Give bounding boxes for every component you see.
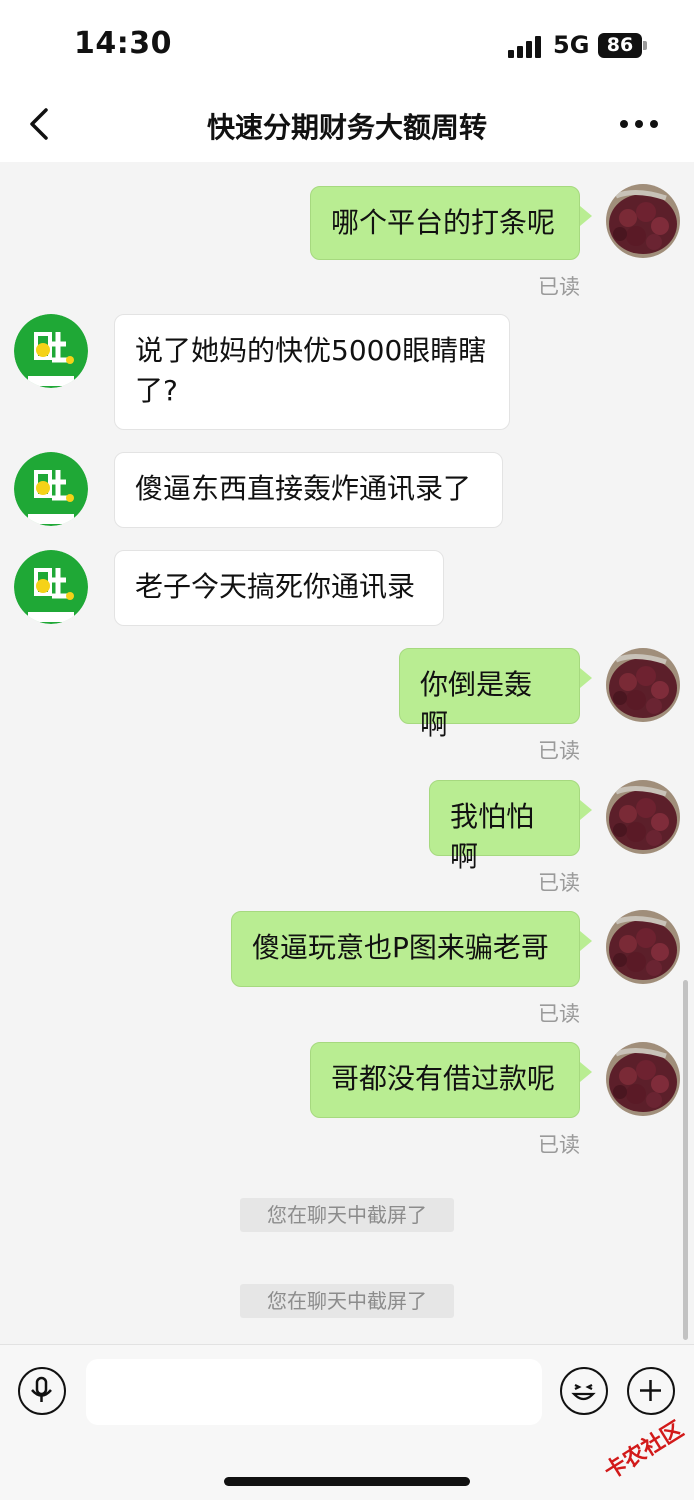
screenshot-notice: 您在聊天中截屏了 — [240, 1198, 454, 1232]
avatar-photo — [606, 910, 680, 984]
read-receipt: 已读 — [538, 739, 580, 763]
message-bubble-sent[interactable]: 你倒是轰啊 — [399, 648, 580, 741]
screenshot-notice: 您在聊天中截屏了 — [240, 1284, 454, 1318]
read-receipt: 已读 — [538, 871, 580, 895]
bubble-tail — [580, 800, 592, 820]
my-avatar[interactable] — [606, 648, 680, 722]
message-input[interactable] — [86, 1359, 542, 1425]
avatar-photo — [606, 648, 680, 722]
emoji-icon[interactable] — [560, 1367, 608, 1415]
status-time: 14:30 — [74, 26, 172, 61]
bubble-tail — [580, 931, 592, 951]
my-avatar[interactable] — [606, 1042, 680, 1116]
contact-avatar[interactable] — [14, 452, 88, 526]
chat-scrollbar[interactable] — [683, 980, 688, 1340]
bubble-tail — [580, 668, 592, 688]
my-avatar[interactable] — [606, 184, 680, 258]
network-type: 5G — [553, 31, 590, 59]
battery-icon: 86 — [598, 33, 642, 58]
message-bubble-received[interactable]: 老子今天搞死你通讯录 — [114, 550, 444, 626]
green-logo-avatar — [14, 314, 88, 388]
read-receipt: 已读 — [538, 1133, 580, 1157]
message-bubble-received[interactable]: 说了她妈的快优5000眼睛瞎了? — [114, 314, 510, 430]
my-avatar[interactable] — [606, 910, 680, 984]
battery-tip — [643, 41, 647, 50]
bubble-tail — [580, 1062, 592, 1082]
read-receipt: 已读 — [538, 275, 580, 299]
message-bubble-sent[interactable]: 我怕怕啊 — [429, 780, 580, 873]
green-logo-avatar — [14, 452, 88, 526]
contact-avatar[interactable] — [14, 550, 88, 624]
home-indicator[interactable] — [224, 1477, 470, 1486]
avatar-photo — [606, 184, 680, 258]
message-bubble-sent[interactable]: 哥都没有借过款呢 — [310, 1042, 580, 1118]
message-bubble-sent[interactable]: 傻逼玩意也P图来骗老哥 — [231, 911, 580, 987]
read-receipt: 已读 — [538, 1002, 580, 1026]
status-bar: 14:30 5G 86 — [0, 0, 694, 88]
chat-title: 快速分期财务大额周转 — [206, 111, 487, 144]
microphone-icon[interactable] — [18, 1367, 66, 1415]
message-bubble-received[interactable]: 傻逼东西直接轰炸通讯录了 — [114, 452, 503, 528]
contact-avatar[interactable] — [14, 314, 88, 388]
more-dots-icon[interactable] — [614, 106, 664, 142]
green-logo-avatar — [14, 550, 88, 624]
avatar-photo — [606, 780, 680, 854]
message-bubble-sent[interactable]: 哪个平台的打条呢 — [310, 186, 580, 260]
plus-icon[interactable] — [627, 1367, 675, 1415]
chat-header: 快速分期财务大额周转 — [0, 88, 694, 162]
avatar-photo — [606, 1042, 680, 1116]
bubble-tail — [580, 206, 592, 226]
my-avatar[interactable] — [606, 780, 680, 854]
signal-icon — [508, 36, 544, 58]
chat-area[interactable]: 哪个平台的打条呢 已读 说了她妈的快优5000眼睛瞎了? 傻逼东西直接轰炸通讯录… — [0, 162, 694, 1344]
